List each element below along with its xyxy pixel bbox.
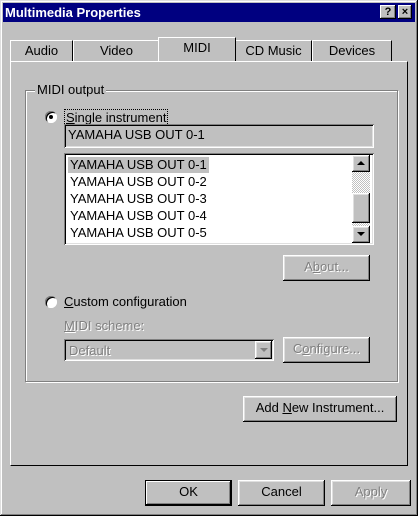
ok-button[interactable]: OK (145, 480, 232, 506)
cancel-button[interactable]: Cancel (238, 480, 325, 506)
label-mnemonic: S (66, 110, 75, 125)
list-item[interactable]: YAMAHA USB OUT 0-2 (68, 174, 209, 190)
list-item[interactable]: YAMAHA USB OUT 0-4 (68, 208, 209, 224)
custom-configuration-label[interactable]: Custom configuration (64, 294, 187, 309)
chevron-down-icon (260, 348, 268, 352)
midi-scheme-value: Default (69, 343, 111, 358)
configure-button[interactable]: Configure... (283, 337, 370, 363)
label-post: ustom configuration (73, 294, 187, 309)
list-item[interactable]: YAMAHA USB OUT 0-3 (68, 191, 209, 207)
label-post: ew Instrument... (291, 400, 385, 415)
tab-audio[interactable]: Audio (10, 40, 73, 61)
midi-scheme-label: MIDI scheme: (64, 318, 144, 333)
label-pre: Add (255, 400, 283, 415)
current-instrument-field: YAMAHA USB OUT 0-1 (64, 124, 374, 148)
arrow-down-icon (357, 232, 365, 236)
add-new-instrument-button[interactable]: Add New Instrument... (243, 396, 397, 422)
label-mnemonic: C (64, 294, 74, 309)
tab-midi[interactable]: MIDI (158, 37, 236, 61)
window-title: Multimedia Properties (5, 5, 141, 20)
single-instrument-radio[interactable] (45, 111, 57, 123)
label-mnemonic: b (312, 259, 320, 274)
label-mnemonic: M (64, 318, 75, 333)
close-button[interactable]: × (398, 5, 412, 19)
tab-cd-music[interactable]: CD Music (235, 40, 312, 61)
scroll-down-button[interactable] (352, 226, 370, 243)
instrument-listbox[interactable]: YAMAHA USB OUT 0-1 YAMAHA USB OUT 0-2 YA… (64, 153, 374, 245)
dropdown-button[interactable] (255, 341, 272, 359)
label-post: ingle instrument (74, 110, 167, 125)
apply-button[interactable]: Apply (331, 480, 411, 506)
tab-video[interactable]: Video (73, 40, 160, 61)
list-item[interactable]: YAMAHA USB OUT 0-1 (68, 157, 209, 173)
label-mnemonic: N (282, 400, 292, 415)
title-bar[interactable]: Multimedia Properties ? × (3, 3, 415, 22)
label-post: out... (319, 259, 349, 274)
label-mnemonic: o (302, 341, 310, 356)
midi-scheme-select[interactable]: Default (64, 339, 274, 361)
label-post: IDI scheme: (74, 318, 145, 333)
label-post: nfigure... (309, 341, 361, 356)
help-button[interactable]: ? (380, 5, 396, 19)
scroll-thumb[interactable] (352, 193, 370, 223)
label-pre: C (292, 341, 303, 356)
custom-configuration-radio[interactable] (45, 296, 57, 308)
list-item[interactable]: YAMAHA USB OUT 0-5 (68, 225, 209, 241)
radio-selected-dot (49, 115, 53, 119)
scroll-up-button[interactable] (352, 155, 370, 172)
label-pre: A (304, 259, 313, 274)
tab-devices[interactable]: Devices (312, 40, 392, 61)
arrow-up-icon (357, 161, 365, 165)
midi-output-label: MIDI output (35, 82, 107, 97)
dialog-window: Multimedia Properties ? × Audio Video MI… (0, 0, 418, 516)
about-button[interactable]: About... (283, 255, 370, 281)
